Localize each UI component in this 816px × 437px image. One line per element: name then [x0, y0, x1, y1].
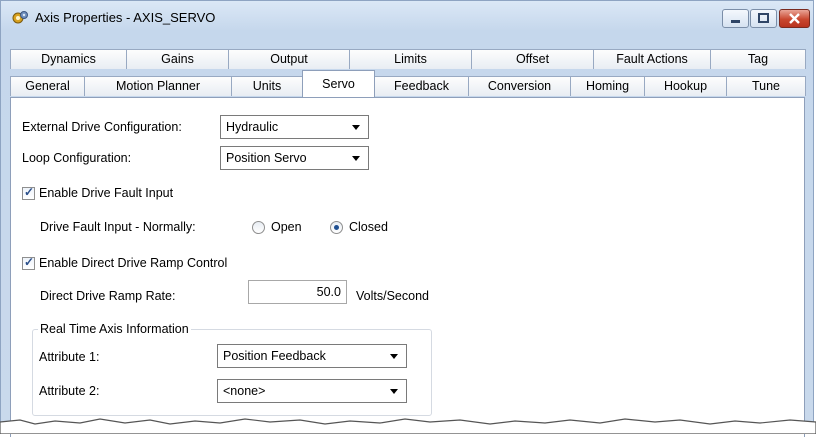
- attribute-2-value: <none>: [223, 384, 266, 398]
- loop-configuration-value: Position Servo: [226, 151, 307, 165]
- ramp-rate-unit: Volts/Second: [356, 289, 429, 303]
- axis-properties-window: Axis Properties - AXIS_SERVO Dynamics Ga…: [0, 0, 814, 437]
- dropdown-arrow-icon: [390, 354, 398, 359]
- torn-edge: [0, 418, 816, 434]
- enable-drive-fault-checkbox[interactable]: ✓: [22, 185, 35, 200]
- tab-motion-planner[interactable]: Motion Planner: [84, 76, 232, 96]
- tab-fault-actions[interactable]: Fault Actions: [593, 49, 711, 69]
- tab-feedback[interactable]: Feedback: [374, 76, 469, 96]
- close-button[interactable]: [779, 9, 810, 28]
- external-drive-dropdown[interactable]: Hydraulic: [220, 115, 369, 139]
- window-title: Axis Properties - AXIS_SERVO: [35, 10, 216, 25]
- ramp-rate-input[interactable]: 50.0: [248, 280, 347, 304]
- loop-configuration-dropdown[interactable]: Position Servo: [220, 146, 369, 170]
- servo-panel: External Drive Configuration: Hydraulic …: [10, 97, 805, 437]
- minimize-button[interactable]: [722, 9, 749, 28]
- radio-open[interactable]: [252, 221, 265, 234]
- external-drive-label: External Drive Configuration:: [22, 120, 182, 134]
- tab-servo[interactable]: Servo: [302, 70, 375, 97]
- real-time-axis-title: Real Time Axis Information: [38, 322, 191, 336]
- ramp-rate-label: Direct Drive Ramp Rate:: [40, 289, 176, 303]
- tab-homing[interactable]: Homing: [570, 76, 645, 96]
- close-icon: [789, 13, 800, 24]
- title-bar[interactable]: Axis Properties - AXIS_SERVO: [1, 1, 813, 35]
- tab-hookup[interactable]: Hookup: [644, 76, 727, 96]
- tab-tune[interactable]: Tune: [726, 76, 806, 96]
- attribute-2-dropdown[interactable]: <none>: [217, 379, 407, 403]
- tab-strip: Dynamics Gains Output Limits Offset Faul…: [10, 49, 806, 97]
- enable-ramp-control-checkbox[interactable]: ✓: [22, 255, 35, 270]
- radio-selected-dot: [334, 225, 339, 230]
- loop-configuration-label: Loop Configuration:: [22, 151, 132, 165]
- external-drive-value: Hydraulic: [226, 120, 279, 134]
- tab-output[interactable]: Output: [228, 49, 350, 69]
- radio-closed[interactable]: [330, 221, 343, 234]
- radio-closed-label: Closed: [349, 220, 388, 234]
- tab-limits[interactable]: Limits: [349, 49, 472, 69]
- tab-offset[interactable]: Offset: [471, 49, 594, 69]
- attribute-1-label: Attribute 1:: [39, 350, 100, 364]
- dropdown-arrow-icon: [352, 125, 360, 130]
- tab-gains[interactable]: Gains: [126, 49, 229, 69]
- dropdown-arrow-icon: [390, 389, 398, 394]
- app-gear-icon: [12, 11, 28, 24]
- maximize-button[interactable]: [750, 9, 777, 28]
- drive-fault-normally-label: Drive Fault Input - Normally:: [40, 220, 196, 234]
- tab-units[interactable]: Units: [231, 76, 303, 96]
- enable-ramp-control-label: Enable Direct Drive Ramp Control: [39, 256, 228, 270]
- minimize-icon: [731, 20, 740, 23]
- tab-conversion[interactable]: Conversion: [468, 76, 571, 96]
- maximize-icon: [758, 13, 769, 23]
- tab-tag[interactable]: Tag: [710, 49, 806, 69]
- attribute-2-label: Attribute 2:: [39, 384, 100, 398]
- dropdown-arrow-icon: [352, 156, 360, 161]
- attribute-1-value: Position Feedback: [223, 349, 326, 363]
- tab-general[interactable]: General: [10, 76, 85, 96]
- radio-open-label: Open: [271, 220, 302, 234]
- checkmark-icon: ✓: [24, 255, 35, 269]
- attribute-1-dropdown[interactable]: Position Feedback: [217, 344, 407, 368]
- enable-drive-fault-label: Enable Drive Fault Input: [39, 186, 174, 200]
- tab-dynamics[interactable]: Dynamics: [10, 49, 127, 69]
- checkmark-icon: ✓: [24, 185, 35, 199]
